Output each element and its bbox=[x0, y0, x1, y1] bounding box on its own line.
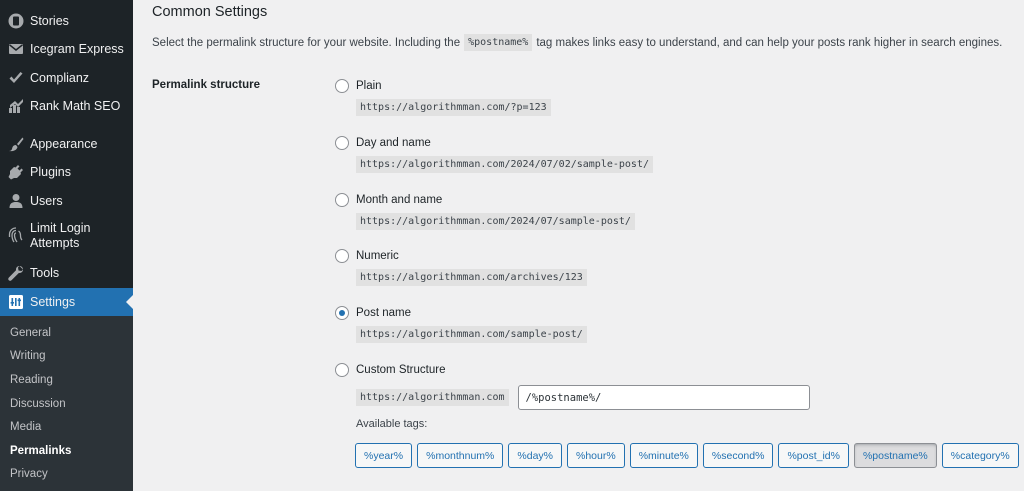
option-numeric: Numeric https://algorithmman.com/archive… bbox=[335, 249, 587, 286]
menu-item-limit-login-attempts[interactable]: Limit Login Attempts bbox=[0, 221, 133, 253]
mail-icon bbox=[8, 41, 24, 57]
menu-label: Users bbox=[30, 194, 63, 208]
tag-monthnum[interactable]: %monthnum% bbox=[417, 443, 504, 468]
brush-icon bbox=[8, 136, 24, 152]
menu-label: Icegram Express bbox=[30, 42, 124, 56]
example-url: https://algorithmman.com/sample-post/ bbox=[356, 326, 587, 343]
menu-label: Tools bbox=[30, 266, 60, 280]
intro-text: Select the permalink structure for your … bbox=[152, 34, 1002, 51]
custom-structure-row: https://algorithmman.com bbox=[356, 385, 810, 410]
example-url: https://algorithmman.com/2024/07/sample-… bbox=[356, 213, 635, 230]
main-content: Common Settings Select the permalink str… bbox=[133, 0, 1024, 491]
submenu-discussion[interactable]: Discussion bbox=[10, 398, 66, 410]
example-url: https://algorithmman.com/?p=123 bbox=[356, 99, 551, 116]
tag-postname[interactable]: %postname% bbox=[853, 443, 937, 468]
menu-item-tools[interactable]: Tools bbox=[0, 263, 133, 283]
radio-day-and-name[interactable] bbox=[335, 136, 349, 150]
option-label[interactable]: Post name bbox=[356, 307, 411, 319]
chart-icon bbox=[8, 98, 24, 114]
option-month-and-name: Month and name https://algorithmman.com/… bbox=[335, 193, 635, 230]
menu-label: Rank Math SEO bbox=[30, 99, 121, 113]
menu-label: Appearance bbox=[30, 137, 98, 151]
radio-post-name[interactable] bbox=[335, 306, 349, 320]
settings-submenu: General Writing Reading Discussion Media… bbox=[0, 316, 133, 491]
menu-label: Complianz bbox=[30, 71, 90, 85]
user-icon bbox=[8, 193, 24, 209]
option-label[interactable]: Plain bbox=[356, 80, 382, 92]
check-icon bbox=[8, 70, 24, 86]
menu-label: Stories bbox=[30, 14, 69, 28]
available-tags: %year% %monthnum% %day% %hour% %minute% … bbox=[355, 443, 1024, 468]
submenu-reading[interactable]: Reading bbox=[10, 374, 53, 386]
admin-sidebar: Stories Icegram Express Complianz Rank M… bbox=[0, 0, 133, 491]
wrench-icon bbox=[8, 265, 24, 281]
submenu-media[interactable]: Media bbox=[10, 421, 41, 433]
menu-item-rank-math-seo[interactable]: Rank Math SEO bbox=[0, 96, 133, 116]
radio-numeric[interactable] bbox=[335, 249, 349, 263]
example-url: https://algorithmman.com/2024/07/02/samp… bbox=[356, 156, 653, 173]
tag-second[interactable]: %second% bbox=[702, 443, 774, 468]
tag-hour[interactable]: %hour% bbox=[567, 443, 625, 468]
available-tags-label: Available tags: bbox=[356, 418, 428, 430]
option-post-name: Post name https://algorithmman.com/sampl… bbox=[335, 306, 587, 343]
fingerprint-icon bbox=[8, 227, 24, 243]
menu-item-users[interactable]: Users bbox=[0, 191, 133, 211]
example-url: https://algorithmman.com/archives/123 bbox=[356, 269, 587, 286]
tag-day[interactable]: %day% bbox=[508, 443, 562, 468]
tag-year[interactable]: %year% bbox=[355, 443, 413, 468]
menu-label: Plugins bbox=[30, 165, 71, 179]
option-label[interactable]: Numeric bbox=[356, 250, 399, 262]
stories-icon bbox=[8, 13, 24, 29]
tag-post-id[interactable]: %post_id% bbox=[778, 443, 849, 468]
menu-item-stories[interactable]: Stories bbox=[0, 11, 133, 31]
permalink-structure-label: Permalink structure bbox=[152, 79, 261, 91]
submenu-general[interactable]: General bbox=[10, 327, 51, 339]
submenu-permalinks[interactable]: Permalinks bbox=[10, 445, 71, 457]
tag-minute[interactable]: %minute% bbox=[629, 443, 698, 468]
option-label[interactable]: Day and name bbox=[356, 137, 431, 149]
radio-custom-structure[interactable] bbox=[335, 363, 349, 377]
menu-label: Settings bbox=[30, 295, 76, 309]
radio-month-and-name[interactable] bbox=[335, 193, 349, 207]
intro-after: tag makes links easy to understand, and … bbox=[536, 36, 1003, 49]
option-custom-structure: Custom Structure bbox=[335, 363, 445, 377]
radio-plain[interactable] bbox=[335, 79, 349, 93]
tag-category[interactable]: %category% bbox=[941, 443, 1019, 468]
settings-icon bbox=[8, 294, 24, 310]
custom-base-url: https://algorithmman.com bbox=[356, 389, 509, 406]
menu-item-appearance[interactable]: Appearance bbox=[0, 134, 133, 154]
submenu-privacy[interactable]: Privacy bbox=[10, 468, 48, 480]
plugin-icon bbox=[8, 164, 24, 180]
intro-code: %postname% bbox=[464, 34, 533, 51]
option-label[interactable]: Custom Structure bbox=[356, 364, 445, 376]
submenu-writing[interactable]: Writing bbox=[10, 350, 46, 362]
menu-item-plugins[interactable]: Plugins bbox=[0, 162, 133, 182]
option-plain: Plain https://algorithmman.com/?p=123 bbox=[335, 79, 551, 116]
menu-item-icegram-express[interactable]: Icegram Express bbox=[0, 39, 133, 59]
intro-before: Select the permalink structure for your … bbox=[152, 36, 461, 49]
option-label[interactable]: Month and name bbox=[356, 194, 442, 206]
section-title: Common Settings bbox=[152, 4, 268, 20]
menu-item-settings[interactable]: Settings bbox=[0, 288, 133, 316]
option-day-and-name: Day and name https://algorithmman.com/20… bbox=[335, 136, 653, 173]
menu-item-complianz[interactable]: Complianz bbox=[0, 68, 133, 88]
menu-label: Limit Login Attempts bbox=[30, 221, 91, 250]
custom-structure-input[interactable] bbox=[517, 385, 810, 410]
